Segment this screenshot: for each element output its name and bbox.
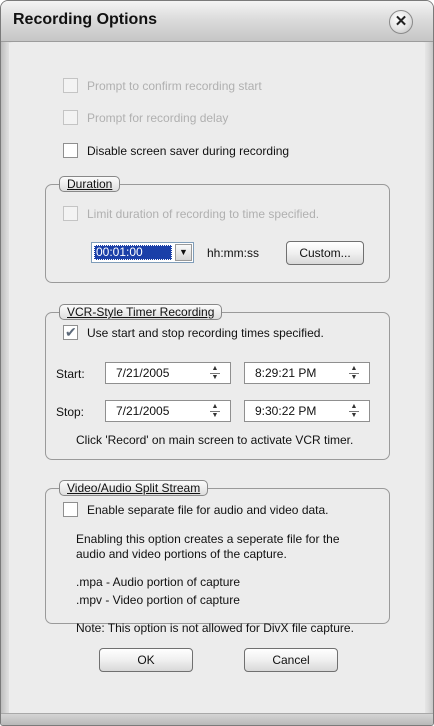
mpa-line: .mpa - Audio portion of capture [76, 575, 241, 589]
duration-time-value: 00:01:00 [94, 245, 172, 260]
duration-time-select[interactable]: 00:01:00 ▼ [91, 242, 194, 263]
window-bottom-border [1, 713, 433, 725]
spin-updown-icon[interactable]: ▲ ▼ [347, 402, 361, 420]
duration-group-title: Duration [59, 176, 121, 192]
limit-duration-label: Limit duration of recording to time spec… [87, 207, 320, 221]
ok-button[interactable]: OK [99, 648, 193, 672]
mpv-line: .mpv - Video portion of capture [76, 593, 240, 607]
cancel-button[interactable]: Cancel [244, 648, 338, 672]
start-time-value: 8:29:21 PM [255, 366, 317, 380]
prompt-confirm-checkbox[interactable] [63, 78, 78, 93]
spin-updown-icon[interactable]: ▲ ▼ [208, 364, 222, 382]
recording-options-window: Recording Options ✕ Prompt to confirm re… [0, 0, 434, 726]
stop-time-value: 9:30:22 PM [255, 404, 317, 418]
prompt-delay-label: Prompt for recording delay [87, 111, 229, 125]
disable-screensaver-label: Disable screen saver during recording [87, 144, 290, 158]
custom-button[interactable]: Custom... [286, 241, 364, 265]
duration-group [45, 184, 390, 283]
enable-split-checkbox[interactable] [63, 502, 78, 517]
check-icon: ✔ [65, 324, 77, 340]
limit-duration-checkbox[interactable] [63, 206, 78, 221]
start-label: Start: [56, 367, 85, 381]
prompt-delay-checkbox[interactable] [63, 110, 78, 125]
start-time-field[interactable]: 8:29:21 PM ▲ ▼ [244, 362, 370, 384]
vcr-timer-group-title: VCR-Style Timer Recording [59, 304, 223, 320]
use-timer-checkbox[interactable]: ✔ [63, 324, 78, 340]
split-description-line2: audio and video portions of the capture. [76, 547, 287, 561]
close-icon: ✕ [394, 13, 408, 30]
split-note: Note: This option is not allowed for Div… [76, 621, 354, 635]
split-stream-group-title: Video/Audio Split Stream [59, 480, 209, 496]
window-title: Recording Options [13, 11, 157, 28]
use-timer-label: Use start and stop recording times speci… [87, 326, 324, 340]
close-button[interactable]: ✕ [389, 10, 413, 34]
split-description-line1: Enabling this option creates a seperate … [76, 532, 340, 546]
stop-label: Stop: [56, 405, 85, 419]
stop-date-field[interactable]: 7/21/2005 ▲ ▼ [105, 400, 231, 422]
stop-time-field[interactable]: 9:30:22 PM ▲ ▼ [244, 400, 370, 422]
spin-updown-icon[interactable]: ▲ ▼ [208, 402, 222, 420]
prompt-confirm-label: Prompt to confirm recording start [87, 79, 262, 93]
disable-screensaver-checkbox[interactable] [63, 143, 78, 158]
stop-date-value: 7/21/2005 [116, 404, 170, 418]
time-format-label: hh:mm:ss [207, 246, 260, 260]
enable-split-label: Enable separate file for audio and video… [87, 503, 329, 517]
start-date-value: 7/21/2005 [116, 366, 170, 380]
vcr-note: Click 'Record' on main screen to activat… [76, 433, 354, 447]
spin-updown-icon[interactable]: ▲ ▼ [347, 364, 361, 382]
start-date-field[interactable]: 7/21/2005 ▲ ▼ [105, 362, 231, 384]
chevron-down-icon[interactable]: ▼ [175, 244, 192, 261]
title-bar[interactable]: Recording Options ✕ [1, 1, 433, 42]
